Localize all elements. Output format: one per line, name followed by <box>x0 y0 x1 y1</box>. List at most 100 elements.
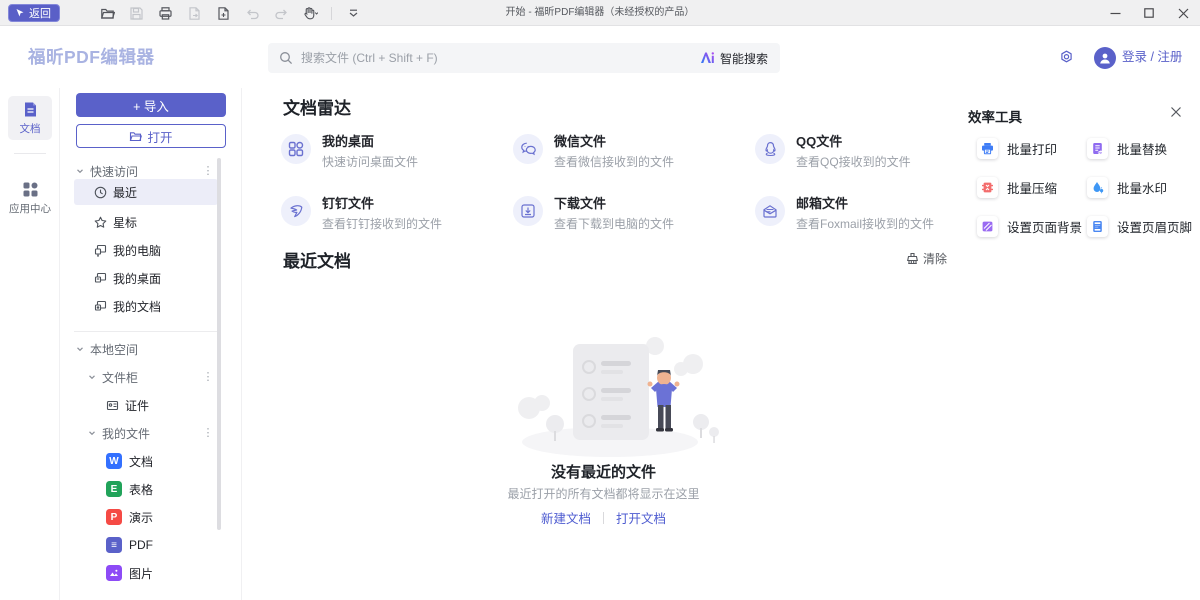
group-my-files[interactable]: 我的文件 ⋮ <box>60 422 242 444</box>
pdf-icon: ≡ <box>106 537 122 553</box>
undo-icon[interactable] <box>244 5 260 21</box>
empty-state-illustration <box>505 332 720 460</box>
nav-item-sheets[interactable]: E 表格 <box>60 478 242 500</box>
tool-batch-watermark[interactable]: 批量水印 <box>1087 177 1167 198</box>
nav-item-pdf[interactable]: ≡ PDF <box>60 534 242 556</box>
radar-card-downloads[interactable]: 下载文件 查看下载到电脑的文件 <box>513 196 728 230</box>
app-logo: 福昕PDF编辑器 <box>28 27 155 88</box>
batch-replace-icon <box>1087 138 1108 159</box>
titlebar: 返回 <box>0 0 1200 26</box>
tool-label: 设置页眉页脚 <box>1117 217 1192 236</box>
cursor-icon <box>15 8 25 18</box>
back-button[interactable]: 返回 <box>8 4 60 22</box>
link-divider <box>603 512 604 524</box>
ai-search-button[interactable]: 智能搜索 <box>699 50 768 67</box>
tool-label: 批量打印 <box>1007 139 1057 158</box>
nav-item-my-computer[interactable]: 我的电脑 <box>60 239 242 261</box>
radar-card-mail[interactable]: 邮箱文件 查看Foxmail接收到的文件 <box>755 196 970 230</box>
collapse-ribbon-icon[interactable] <box>345 5 361 21</box>
tool-batch-print[interactable]: 批量打印 <box>977 138 1057 159</box>
broom-icon <box>906 252 919 265</box>
empty-state-actions: 新建文档 打开文档 <box>242 508 965 527</box>
redo-icon[interactable] <box>273 5 289 21</box>
open-folder-small-icon <box>129 130 142 143</box>
nav-item-slides[interactable]: P 演示 <box>60 506 242 528</box>
new-document-link[interactable]: 新建文档 <box>541 508 591 527</box>
cabinet-label: 文件柜 <box>102 369 138 386</box>
word-doc-icon: W <box>106 453 122 469</box>
card-title: 钉钉文件 <box>322 196 442 211</box>
radar-card-dingtalk[interactable]: 钉钉文件 查看钉钉接收到的文件 <box>281 196 496 230</box>
clear-recent-button[interactable]: 清除 <box>906 250 947 267</box>
nav-item-id-cards[interactable]: 证件 <box>60 394 242 416</box>
page-background-icon <box>977 216 998 237</box>
nav-item-word-docs[interactable]: W 文档 <box>60 450 242 472</box>
nav-item-recent[interactable]: 最近 <box>60 181 242 203</box>
desktop-grid-icon <box>281 134 311 164</box>
rail-item-documents[interactable]: 文档 <box>8 96 52 140</box>
card-desc: 查看微信接收到的文件 <box>554 153 674 170</box>
rail-item-app-center[interactable]: 应用中心 <box>8 176 52 220</box>
empty-state-desc: 最近打开的所有文档都将显示在这里 <box>242 485 965 502</box>
radar-card-desktop[interactable]: 我的桌面 快速访问桌面文件 <box>281 134 496 168</box>
tool-label: 批量替换 <box>1117 139 1167 158</box>
tool-header-footer[interactable]: 设置页眉页脚 <box>1087 216 1192 237</box>
maximize-button[interactable] <box>1132 0 1166 26</box>
open-document-link[interactable]: 打开文档 <box>616 508 666 527</box>
import-button[interactable]: + 导入 <box>76 93 226 117</box>
card-desc: 查看下载到电脑的文件 <box>554 215 674 232</box>
search-bar[interactable]: 智能搜索 <box>268 43 780 73</box>
nav-panel: + 导入 打开 快速访问 ⋮ 最近 星标 <box>60 88 242 600</box>
tools-close-icon[interactable] <box>1170 106 1182 118</box>
group-local-space[interactable]: 本地空间 <box>60 338 242 360</box>
new-file-icon[interactable] <box>215 5 231 21</box>
settings-gear-icon[interactable] <box>1059 50 1074 65</box>
local-space-label: 本地空间 <box>90 341 138 358</box>
login-register-link[interactable]: 登录 / 注册 <box>1122 27 1182 88</box>
print-icon[interactable] <box>157 5 173 21</box>
group-cabinet[interactable]: 文件柜 ⋮ <box>60 366 242 388</box>
search-input[interactable] <box>301 51 699 65</box>
group-menu-icon[interactable]: ⋮ <box>202 422 214 444</box>
download-icon <box>513 196 543 226</box>
nav-item-images[interactable]: 图片 <box>60 562 242 584</box>
card-desc: 查看QQ接收到的文件 <box>796 153 911 170</box>
radar-card-qq[interactable]: QQ文件 查看QQ接收到的文件 <box>755 134 970 168</box>
close-button[interactable] <box>1166 0 1200 26</box>
card-title: 微信文件 <box>554 134 674 149</box>
mail-icon <box>755 196 785 226</box>
my-files-label: 我的文件 <box>102 425 150 442</box>
save-icon[interactable] <box>128 5 144 21</box>
tool-batch-compress[interactable]: 批量压缩 <box>977 177 1057 198</box>
nav-item-my-desktop[interactable]: 我的桌面 <box>60 267 242 289</box>
open-folder-icon[interactable] <box>99 5 115 21</box>
nav-divider <box>74 331 218 332</box>
minimize-button[interactable] <box>1098 0 1132 26</box>
word-docs-label: 文档 <box>129 453 153 470</box>
starred-label: 星标 <box>113 214 137 231</box>
open-button[interactable]: 打开 <box>76 124 226 148</box>
tool-page-background[interactable]: 设置页面背景 <box>977 216 1082 237</box>
card-title: QQ文件 <box>796 134 911 149</box>
nav-item-starred[interactable]: 星标 <box>60 211 242 233</box>
avatar[interactable] <box>1094 47 1116 69</box>
sheets-label: 表格 <box>129 481 153 498</box>
chevron-down-icon <box>76 345 84 353</box>
left-rail: 文档 应用中心 <box>0 88 60 600</box>
nav-item-my-documents[interactable]: 我的文档 <box>60 295 242 317</box>
id-cards-label: 证件 <box>125 397 149 414</box>
header-footer-icon <box>1087 216 1108 237</box>
documents-icon <box>94 300 107 313</box>
radar-card-wechat[interactable]: 微信文件 查看微信接收到的文件 <box>513 134 728 168</box>
my-desktop-label: 我的桌面 <box>113 270 161 287</box>
id-card-icon <box>106 399 119 412</box>
tool-batch-replace[interactable]: 批量替换 <box>1087 138 1167 159</box>
group-menu-icon[interactable]: ⋮ <box>202 366 214 388</box>
clear-label: 清除 <box>923 250 947 267</box>
convert-file-icon[interactable] <box>186 5 202 21</box>
document-icon <box>22 101 39 118</box>
hand-tool-icon[interactable] <box>302 5 318 21</box>
computer-icon <box>94 244 107 257</box>
nav-scrollbar-thumb[interactable] <box>217 158 221 530</box>
open-label: 打开 <box>147 127 172 146</box>
